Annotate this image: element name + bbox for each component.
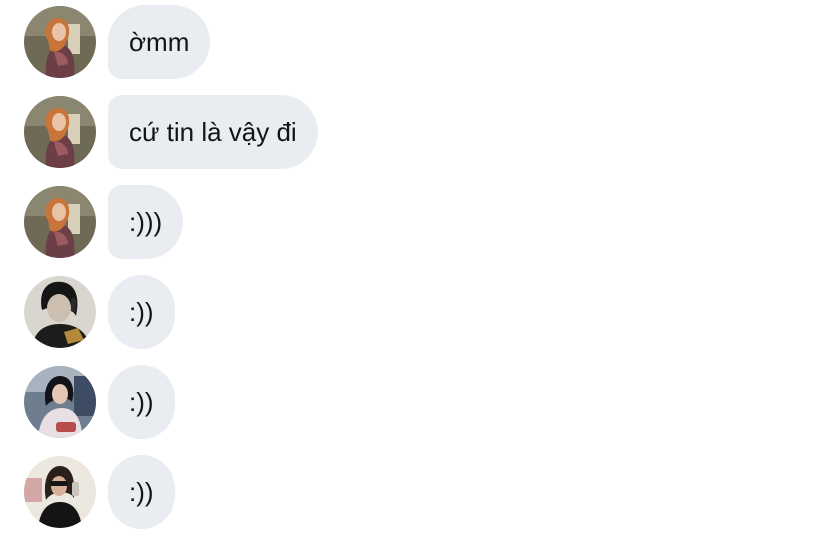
message-row: :)) <box>0 365 828 439</box>
message-bubble[interactable]: :)) <box>108 365 175 439</box>
message-bubble[interactable]: :)) <box>108 275 175 349</box>
avatar-photo-icon <box>24 366 96 438</box>
message-row: ờmm <box>0 5 828 79</box>
avatar[interactable] <box>24 96 96 168</box>
avatar[interactable] <box>24 186 96 258</box>
message-row: :)) <box>0 455 828 529</box>
message-bubble[interactable]: cứ tin là vậy đi <box>108 95 318 169</box>
message-row: :)) <box>0 275 828 349</box>
avatar-photo-icon <box>24 96 96 168</box>
avatar-photo-icon <box>24 6 96 78</box>
avatar[interactable] <box>24 6 96 78</box>
avatar[interactable] <box>24 456 96 528</box>
message-row: cứ tin là vậy đi <box>0 95 828 169</box>
avatar-photo-icon <box>24 186 96 258</box>
message-bubble[interactable]: ờmm <box>108 5 211 79</box>
message-row: :))) <box>0 185 828 259</box>
avatar-photo-icon <box>24 456 96 528</box>
message-bubble[interactable]: :)) <box>108 455 175 529</box>
message-thread: ờmm cứ tin là vậy đi:))):)):)):)) <box>0 0 828 534</box>
avatar[interactable] <box>24 276 96 348</box>
message-bubble[interactable]: :))) <box>108 185 184 259</box>
avatar[interactable] <box>24 366 96 438</box>
avatar-photo-icon <box>24 276 96 348</box>
